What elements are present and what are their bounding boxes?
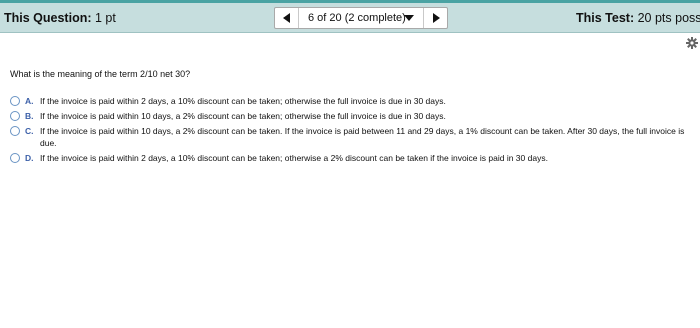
- answer-option-b[interactable]: B. If the invoice is paid within 10 days…: [10, 111, 696, 123]
- question-progress-text: 6 of 20 (2 complete): [308, 12, 406, 24]
- option-letter: C.: [25, 126, 34, 136]
- test-points-value: 20 pts possib: [637, 11, 700, 25]
- option-text: If the invoice is paid within 10 days, a…: [40, 126, 685, 148]
- option-text: If the invoice is paid within 2 days, a …: [40, 96, 446, 106]
- option-letter: A.: [25, 96, 34, 106]
- answer-option-c[interactable]: C. If the invoice is paid within 10 days…: [10, 126, 696, 150]
- next-question-button[interactable]: [423, 8, 447, 28]
- answer-option-a[interactable]: A. If the invoice is paid within 2 days,…: [10, 96, 696, 108]
- previous-question-button[interactable]: [275, 8, 299, 28]
- gear-icon[interactable]: [686, 37, 698, 49]
- question-points-label: This Question:: [4, 11, 92, 25]
- test-points-label: This Test:: [576, 11, 635, 25]
- question-select-dropdown[interactable]: 6 of 20 (2 complete): [300, 8, 423, 28]
- radio-button-d[interactable]: [10, 153, 20, 163]
- question-points-value: 1 pt: [94, 11, 116, 25]
- option-letter: D.: [25, 153, 34, 163]
- option-letter: B.: [25, 111, 34, 121]
- prev-arrow-icon: [283, 13, 290, 23]
- question-text: What is the meaning of the term 2/10 net…: [10, 69, 191, 79]
- question-header-bar: This Question: 1 pt 6 of 20 (2 complete)…: [0, 0, 700, 33]
- option-text: If the invoice is paid within 2 days, a …: [40, 153, 548, 163]
- radio-button-b[interactable]: [10, 111, 20, 121]
- question-navigator: 6 of 20 (2 complete): [274, 7, 448, 29]
- next-arrow-icon: [433, 13, 440, 23]
- answer-option-d[interactable]: D. If the invoice is paid within 2 days,…: [10, 153, 696, 165]
- option-text: If the invoice is paid within 10 days, a…: [40, 111, 446, 121]
- chevron-down-icon: [404, 15, 414, 21]
- test-points: This Test: 20 pts possib: [576, 11, 700, 25]
- radio-button-a[interactable]: [10, 96, 20, 106]
- radio-button-c[interactable]: [10, 126, 20, 136]
- question-points: This Question: 1 pt: [4, 11, 116, 25]
